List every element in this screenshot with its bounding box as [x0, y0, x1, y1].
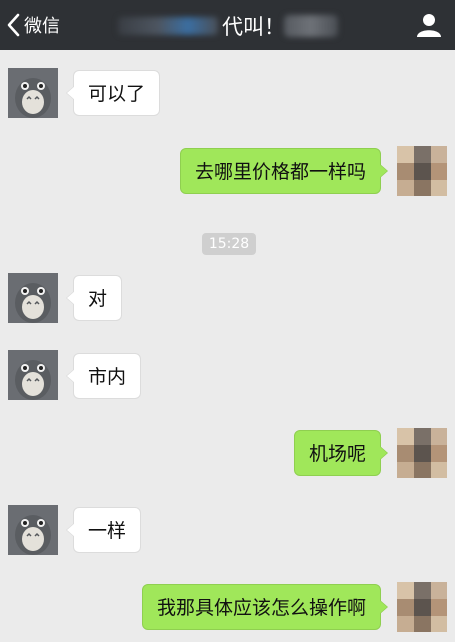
my-avatar[interactable]: [397, 428, 447, 478]
contact-avatar[interactable]: [8, 505, 58, 555]
received-message-bubble: 对: [65, 275, 123, 321]
my-avatar[interactable]: [397, 582, 447, 632]
chat-title-text: 代叫！: [222, 15, 285, 39]
title-blurred-segment: [284, 15, 338, 37]
top-nav-bar: 微信 代叫！: [0, 0, 455, 50]
contact-avatar[interactable]: [8, 350, 58, 400]
chevron-left-icon: [6, 13, 20, 37]
chat-info-button[interactable]: [415, 12, 443, 38]
received-message-bubble: 一样: [65, 507, 142, 553]
sent-message-bubble: 去哪里价格都一样吗: [179, 148, 389, 194]
my-avatar[interactable]: [397, 146, 447, 196]
contact-avatar[interactable]: [8, 68, 58, 118]
sent-message-bubble: 机场呢: [293, 430, 389, 476]
received-message-bubble: 可以了: [65, 70, 161, 116]
chat-title: 代叫！: [118, 9, 338, 41]
time-divider: 15:28: [202, 233, 256, 255]
back-button[interactable]: 微信: [6, 10, 60, 40]
received-message-bubble: 市内: [65, 353, 142, 399]
sent-message-bubble: 我那具体应该怎么操作啊: [141, 584, 389, 630]
person-icon: [415, 14, 443, 42]
title-blurred-segment: [118, 17, 218, 35]
back-label: 微信: [24, 16, 60, 37]
contact-avatar[interactable]: [8, 273, 58, 323]
